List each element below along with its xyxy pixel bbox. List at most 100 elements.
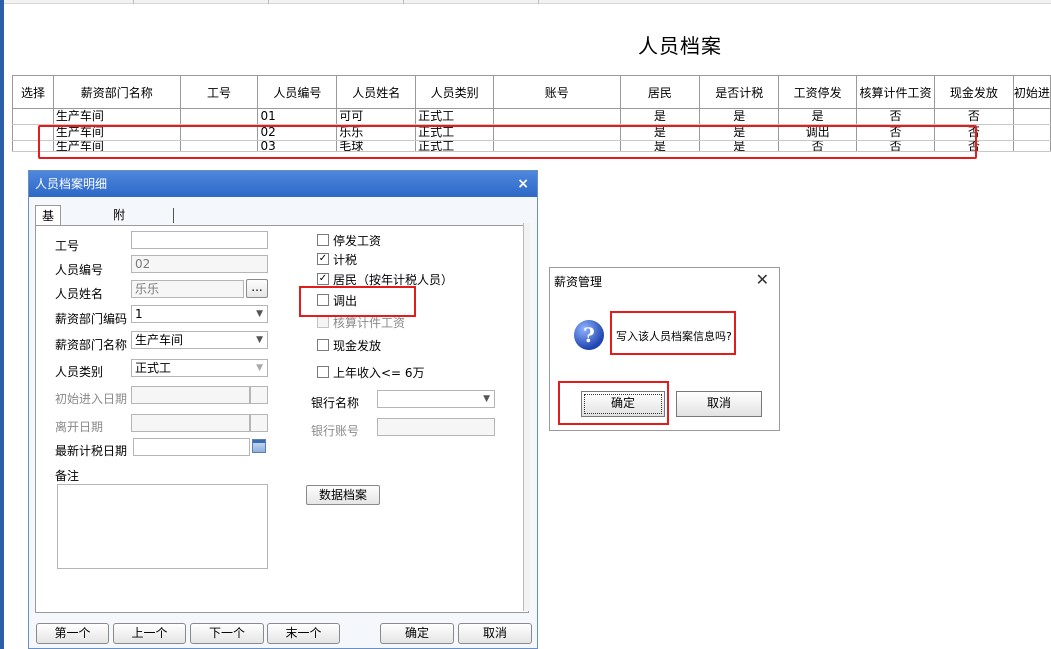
yinhang-mingcheng-select[interactable]: ▼: [377, 390, 495, 408]
grid-cell: 是: [619, 124, 701, 141]
grid-cell: [179, 108, 259, 125]
grid-cell: 是: [699, 124, 780, 141]
first-record-button[interactable]: 第一个: [36, 623, 109, 644]
grid-cell: [1012, 140, 1051, 152]
yinhang-zhanghao-field[interactable]: [377, 418, 495, 436]
label-yinhang-zhanghao: 银行账号: [311, 424, 360, 438]
label-renyuan-bianhao: 人员编号: [55, 263, 104, 277]
table-row[interactable]: 生产车间 03 毛球 正式工 是 是 否 否 否: [12, 140, 1051, 152]
likai-riqi-field[interactable]: [131, 414, 250, 432]
data-archive-button[interactable]: 数据档案: [306, 485, 380, 505]
renyuan-bianhao-field[interactable]: 02: [131, 255, 268, 273]
grid-cell: [493, 124, 621, 141]
dialog-cancel-button[interactable]: 取消: [676, 391, 762, 417]
label-renyuan-leibie: 人员类别: [55, 365, 104, 379]
column-header[interactable]: 居民: [619, 75, 701, 109]
chushi-riqi-field[interactable]: [131, 386, 250, 404]
grid-cell: 毛球: [336, 140, 417, 152]
close-icon[interactable]: ✕: [756, 270, 769, 289]
question-icon: ?: [574, 320, 604, 350]
column-header[interactable]: 薪资部门名称: [52, 75, 181, 109]
last-record-button[interactable]: 末一个: [267, 623, 340, 644]
grid-cell: 01: [257, 108, 338, 125]
grid-cell: 生产车间: [52, 124, 181, 141]
cancel-button[interactable]: 取消: [458, 623, 532, 644]
column-header[interactable]: 选择: [12, 75, 54, 109]
column-header[interactable]: 现金发放: [934, 75, 1014, 109]
renyuan-xingming-field[interactable]: 乐乐: [131, 280, 244, 298]
column-header[interactable]: 工资停发: [778, 75, 858, 109]
grid-cell: 可可: [336, 108, 417, 125]
grid-cell: [179, 140, 259, 152]
label-chushi-riqi: 初始进入日期: [55, 392, 128, 406]
column-header[interactable]: 人员编号: [257, 75, 338, 109]
diaochu-label: 调出: [333, 294, 358, 308]
bumen-bianma-select[interactable]: 1 ▼: [131, 305, 268, 323]
jishui-checkbox[interactable]: ✓: [317, 253, 329, 265]
shangnian-checkbox[interactable]: [317, 366, 329, 378]
gonghao-field[interactable]: [131, 231, 268, 249]
shangnian-label: 上年收入<= 6万: [333, 366, 425, 380]
browse-button[interactable]: ...: [246, 279, 268, 298]
grid-cell: 调出: [778, 124, 858, 141]
column-header[interactable]: 账号: [493, 75, 621, 109]
select-value: 正式工: [135, 361, 172, 375]
table-row[interactable]: 生产车间 01 可可 正式工 是 是 是 否 否: [12, 108, 1051, 125]
beizhu-textarea[interactable]: [57, 484, 268, 569]
dialog-message: 写入该人员档案信息吗?: [616, 330, 732, 343]
chevron-down-icon: ▼: [256, 363, 263, 373]
personnel-grid: 选择 薪资部门名称 工号 人员编号 人员姓名 人员类别 账号 居民 是否计税 工…: [12, 75, 1051, 152]
grid-cell: 是: [699, 140, 780, 152]
jijian-label: 核算计件工资: [333, 316, 406, 330]
jumin-checkbox[interactable]: ✓: [317, 273, 329, 285]
grid-cell: 是: [619, 140, 701, 152]
table-row[interactable]: 生产车间 02 乐乐 正式工 是 是 调出 否 否: [12, 124, 1051, 141]
label-gonghao: 工号: [55, 239, 80, 253]
tab-extra-info[interactable]: 附加信息: [107, 205, 131, 282]
grid-cell: 是: [778, 108, 858, 125]
column-header[interactable]: 人员类别: [415, 75, 495, 109]
grid-cell: 生产车间: [52, 108, 181, 125]
date-picker-button-disabled[interactable]: [250, 386, 268, 404]
grid-cell: [179, 124, 259, 141]
column-header[interactable]: 是否计税: [699, 75, 780, 109]
chevron-down-icon: ▼: [483, 394, 490, 404]
tab-basic-info[interactable]: 基本信息: [35, 205, 62, 283]
label-zuixin-jishui-riqi: 最新计税日期: [55, 444, 128, 458]
zuixin-jishui-riqi-field[interactable]: [133, 438, 250, 456]
grid-cell: [1012, 124, 1051, 141]
jishui-label: 计税: [333, 253, 358, 267]
diaochu-checkbox[interactable]: [317, 294, 329, 306]
confirm-dialog: 薪资管理 ✕ ? 写入该人员档案信息吗? 确定 取消: [549, 267, 780, 431]
tab-divider: [173, 208, 174, 223]
column-header[interactable]: 核算计件工资: [856, 75, 935, 109]
dialog-title: 薪资管理: [554, 275, 603, 289]
grid-cell: 生产车间: [52, 140, 181, 152]
close-icon[interactable]: ×: [517, 171, 529, 197]
calendar-icon[interactable]: [252, 439, 266, 453]
date-picker-button-disabled[interactable]: [250, 414, 268, 432]
next-record-button[interactable]: 下一个: [190, 623, 264, 644]
column-header[interactable]: 初始进: [1012, 75, 1051, 109]
grid-cell: [12, 108, 54, 125]
prev-record-button[interactable]: 上一个: [113, 623, 186, 644]
grid-cell: 是: [699, 108, 780, 125]
xianjin-checkbox[interactable]: [317, 339, 329, 351]
label-beizhu: 备注: [55, 469, 80, 483]
label-likai-riqi: 离开日期: [55, 420, 104, 434]
ok-button[interactable]: 确定: [380, 623, 454, 644]
grid-cell: 否: [856, 108, 935, 125]
grid-cell: 乐乐: [336, 124, 417, 141]
bumen-mingcheng-select[interactable]: 生产车间 ▼: [131, 331, 268, 349]
select-value: 生产车间: [135, 333, 184, 347]
column-header[interactable]: 工号: [179, 75, 259, 109]
renyuan-leibie-select[interactable]: 正式工 ▼: [131, 359, 268, 377]
jijian-checkbox[interactable]: [317, 316, 329, 328]
dialog-ok-button[interactable]: 确定: [581, 391, 665, 417]
label-bumen-mingcheng: 薪资部门名称: [55, 338, 128, 352]
vertical-scrollbar[interactable]: [523, 223, 530, 611]
grid-cell: 02: [257, 124, 338, 141]
tingfa-checkbox[interactable]: [317, 234, 329, 246]
label-renyuan-xingming: 人员姓名: [55, 287, 104, 301]
column-header[interactable]: 人员姓名: [336, 75, 417, 109]
